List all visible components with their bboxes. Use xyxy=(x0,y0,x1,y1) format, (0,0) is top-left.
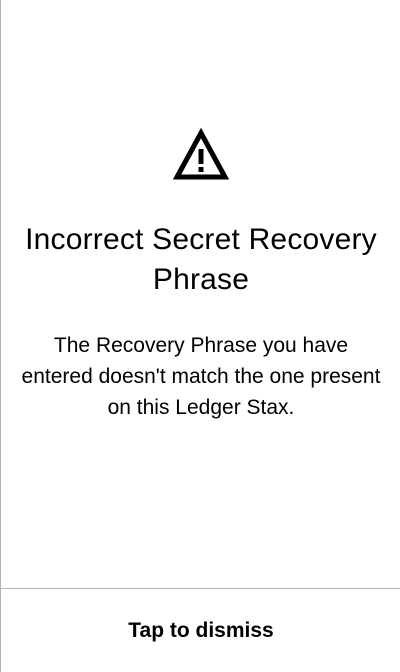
tap-to-dismiss-button[interactable]: Tap to dismiss xyxy=(1,589,400,672)
error-screen: Incorrect Secret Recovery Phrase The Rec… xyxy=(0,0,400,672)
error-title: Incorrect Secret Recovery Phrase xyxy=(25,223,377,296)
error-message: The Recovery Phrase you have entered doe… xyxy=(21,334,381,419)
warning-triangle-icon xyxy=(173,128,229,180)
